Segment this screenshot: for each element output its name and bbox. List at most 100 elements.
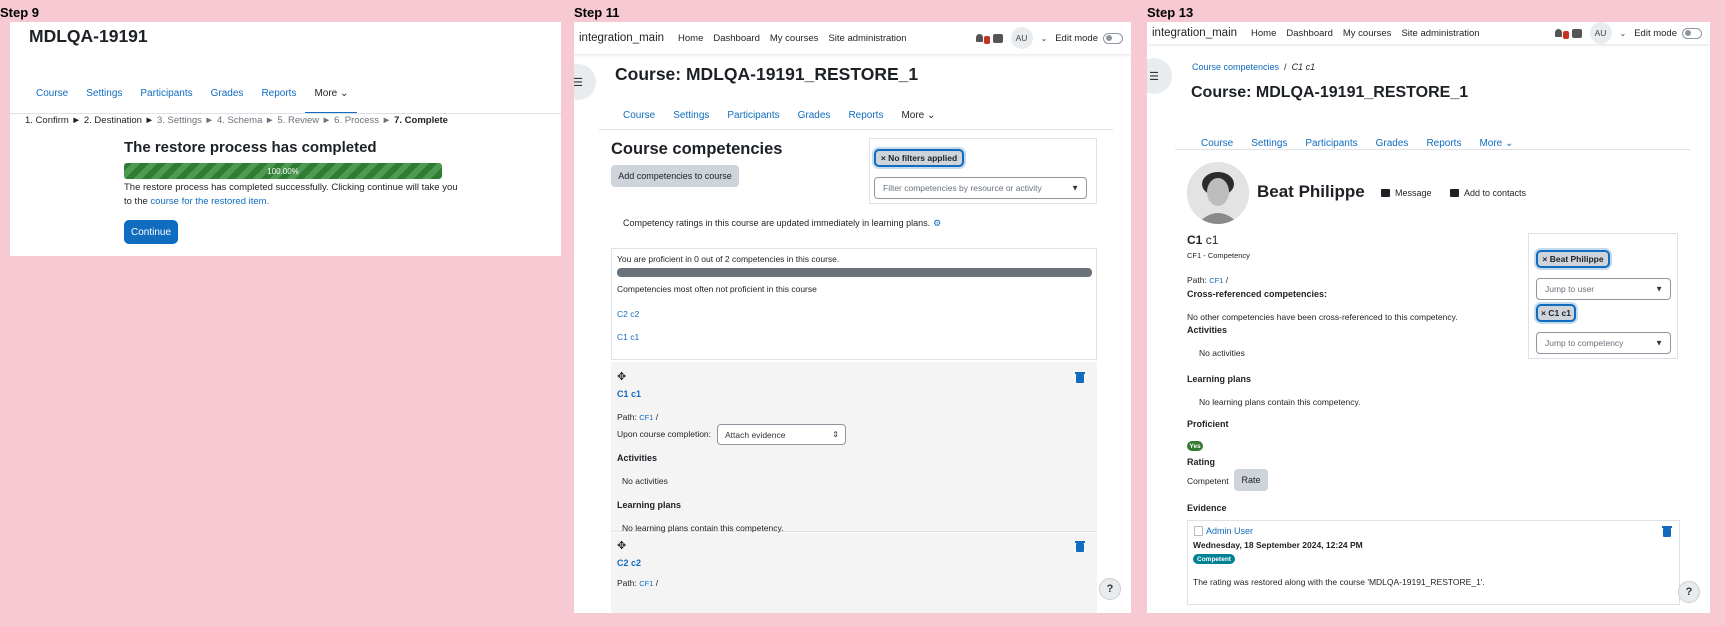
edit-mode-control: Edit mode <box>1634 27 1702 39</box>
nav-dashboard[interactable]: Dashboard <box>713 33 759 44</box>
user-filter-chip[interactable]: × Beat Philippe <box>1536 250 1610 268</box>
activities-text: No activities <box>622 476 668 486</box>
nav-my-courses[interactable]: My courses <box>1343 28 1392 39</box>
chevron-down-icon[interactable]: ⌄ <box>1620 29 1627 38</box>
learning-plans-heading: Learning plans <box>617 500 682 510</box>
tab-course[interactable]: Course <box>1192 128 1242 158</box>
jump-to-competency-select[interactable]: Jump to competency ▼ <box>1536 332 1671 354</box>
path-framework-link[interactable]: CF1 <box>1209 276 1223 285</box>
evidence-heading: Evidence <box>1187 503 1227 513</box>
tab-participants[interactable]: Participants <box>131 72 201 114</box>
message-label: Message <box>1395 188 1432 198</box>
learning-plans-text: No learning plans contain this competenc… <box>622 523 784 533</box>
messages-icon[interactable] <box>1571 28 1582 38</box>
competency-link-c2[interactable]: C2 c2 <box>617 309 639 319</box>
tab-settings[interactable]: Settings <box>1242 128 1296 158</box>
trash-icon[interactable] <box>1662 526 1672 537</box>
evidence-note: The rating was restored along with the c… <box>1193 577 1485 587</box>
completion-rule-select[interactable]: Attach evidence ⇕ <box>717 424 846 445</box>
nav-home[interactable]: Home <box>678 33 703 44</box>
competency-link-c1[interactable]: C1 c1 <box>617 332 639 342</box>
tab-participants[interactable]: Participants <box>718 100 788 130</box>
gear-icon[interactable]: ⚙ <box>933 218 941 229</box>
nav-dashboard[interactable]: Dashboard <box>1286 28 1332 39</box>
move-icon[interactable]: ✥ <box>617 539 626 552</box>
course-title: Course: MDLQA-19191_RESTORE_1 <box>1191 84 1469 101</box>
tab-reports[interactable]: Reports <box>839 100 892 130</box>
course-index-toggle[interactable]: ☰ <box>574 64 596 100</box>
proficient-badge: Yes <box>1187 441 1203 451</box>
completion-rule-value: Attach evidence <box>725 429 786 440</box>
user-avatar-menu[interactable]: AU <box>1010 27 1033 49</box>
edit-mode-toggle[interactable] <box>1103 32 1123 44</box>
filter-select[interactable]: Filter competencies by resource or activ… <box>874 177 1087 199</box>
rating-note: Competency ratings in this course are up… <box>623 218 941 229</box>
tab-participants[interactable]: Participants <box>1296 128 1366 158</box>
jump-to-user-select[interactable]: Jump to user ▼ <box>1536 278 1671 300</box>
tab-more[interactable]: More ⌄ <box>892 100 944 130</box>
step-9-panel: MDLQA-19191 Course Settings Participants… <box>10 22 561 256</box>
competency-title[interactable]: C2 c2 <box>617 558 641 568</box>
activities-text: No activities <box>1199 348 1245 358</box>
nav-site-admin[interactable]: Site administration <box>1401 28 1479 39</box>
add-to-contacts-link[interactable]: Add to contacts <box>1450 188 1526 198</box>
trash-icon[interactable] <box>1075 541 1085 552</box>
rate-button[interactable]: Rate <box>1234 469 1268 491</box>
tab-reports[interactable]: Reports <box>1417 128 1470 158</box>
help-button[interactable]: ? <box>1678 581 1700 603</box>
message-link[interactable]: Message <box>1381 188 1432 198</box>
user-avatar-menu[interactable]: AU <box>1589 22 1612 44</box>
edit-mode-control: Edit mode <box>1055 32 1123 44</box>
competency-name: C1 c1 <box>1187 233 1218 247</box>
notification-bell-icon[interactable] <box>975 33 990 44</box>
tab-more[interactable]: More ⌄ <box>305 72 358 114</box>
site-name[interactable]: integration_main <box>1152 27 1237 39</box>
nav-my-courses[interactable]: My courses <box>770 33 819 44</box>
messages-icon[interactable] <box>992 33 1003 43</box>
path-framework-link[interactable]: CF1 <box>639 579 653 588</box>
chevron-down-icon[interactable]: ⌄ <box>1041 34 1048 43</box>
path-label: Path: <box>1187 275 1207 285</box>
stepper-process: 6. Process ► <box>334 115 392 126</box>
nav-home[interactable]: Home <box>1251 28 1276 39</box>
no-filters-chip[interactable]: × No filters applied <box>874 149 964 167</box>
breadcrumb-course-competencies[interactable]: Course competencies <box>1192 62 1279 72</box>
course-index-toggle[interactable]: ☰ <box>1147 58 1172 94</box>
help-button[interactable]: ? <box>1099 578 1121 600</box>
nav-site-admin[interactable]: Site administration <box>828 33 906 44</box>
tab-grades[interactable]: Grades <box>202 72 253 114</box>
move-icon[interactable]: ✥ <box>617 370 626 383</box>
tab-more[interactable]: More ⌄ <box>1470 128 1522 158</box>
path-label: Path: <box>617 578 637 588</box>
competency-idnumber: c1 <box>1205 233 1219 247</box>
stepper-settings: 3. Settings ► <box>157 115 214 126</box>
proficiency-text: You are proficient in 0 out of 2 compete… <box>617 254 840 264</box>
tab-course[interactable]: Course <box>614 100 664 130</box>
restored-course-link[interactable]: course for the restored item. <box>150 196 269 207</box>
tab-settings[interactable]: Settings <box>77 72 131 114</box>
edit-mode-toggle[interactable] <box>1682 27 1702 39</box>
tab-reports[interactable]: Reports <box>252 72 305 114</box>
evidence-author-link[interactable]: Admin User <box>1206 526 1253 536</box>
add-competencies-button[interactable]: Add competencies to course <box>611 165 739 187</box>
path-label: Path: <box>617 412 637 422</box>
tab-grades[interactable]: Grades <box>789 100 840 130</box>
continue-button[interactable]: Continue <box>124 220 178 244</box>
tab-grades[interactable]: Grades <box>1367 128 1418 158</box>
learning-plans-heading: Learning plans <box>1187 374 1252 384</box>
site-name[interactable]: integration_main <box>579 32 664 44</box>
restore-heading: The restore process has completed <box>124 139 377 156</box>
user-photo-image <box>1187 162 1249 224</box>
edit-mode-label: Edit mode <box>1055 32 1098 44</box>
tab-settings[interactable]: Settings <box>664 100 718 130</box>
address-card-icon <box>1450 189 1459 197</box>
evidence-date: Wednesday, 18 September 2024, 12:24 PM <box>1193 540 1363 550</box>
competency-title[interactable]: C1 c1 <box>617 389 641 399</box>
tab-course[interactable]: Course <box>27 72 77 114</box>
path-framework-link[interactable]: CF1 <box>639 413 653 422</box>
competency-filter-chip[interactable]: × C1 c1 <box>1536 304 1576 322</box>
competency-path: Path: CF1 / <box>1187 275 1228 285</box>
trash-icon[interactable] <box>1075 372 1085 383</box>
notification-bell-icon[interactable] <box>1554 28 1569 39</box>
list-icon: ☰ <box>574 76 583 89</box>
